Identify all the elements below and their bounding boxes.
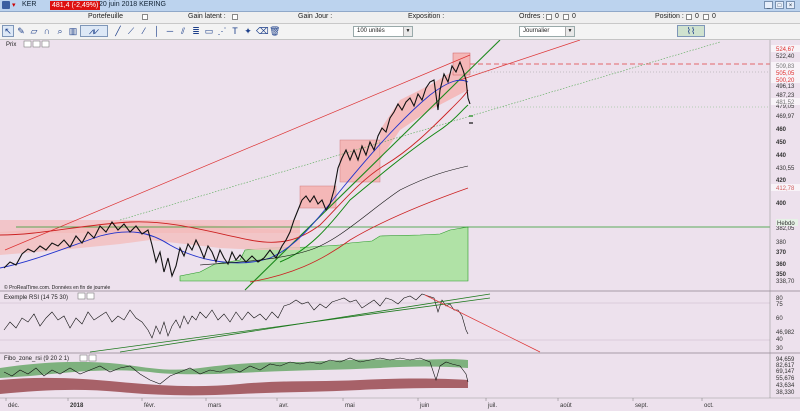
x-axis-label: oct. bbox=[704, 403, 714, 409]
panel-maximize-icon[interactable] bbox=[41, 40, 50, 48]
x-axis-label: juin bbox=[419, 403, 429, 409]
rectangle-icon[interactable]: ▭ bbox=[203, 25, 215, 37]
chart-style-icon[interactable]: ⩘⩗ bbox=[80, 25, 108, 37]
position-count-b: 0 bbox=[712, 13, 716, 20]
portfolio-info-bar: Portefeuille Gain latent : Gain Jour : E… bbox=[0, 12, 800, 24]
box-pink-3 bbox=[339, 139, 381, 183]
position-count-a: 0 bbox=[695, 13, 699, 20]
gain-latent-checkbox[interactable] bbox=[232, 14, 238, 20]
rsi-settings-icon[interactable] bbox=[77, 292, 86, 300]
x-axis-label: mai bbox=[345, 403, 355, 409]
eraser-icon[interactable]: ▱ bbox=[28, 25, 40, 37]
ordres-checkbox-2[interactable] bbox=[563, 14, 569, 20]
x-axis: déc. 2018 févr. mars avr. mai juin juil. août sep… bbox=[5, 398, 714, 409]
price-panel: Prix © ProRealTime.com. Données en fin d… bbox=[0, 40, 770, 291]
x-axis-label: juil. bbox=[487, 403, 497, 409]
quantity-select[interactable]: 100 unités ▼ bbox=[353, 26, 413, 37]
data-credit: © ProRealTime.com. Données en fin de jou… bbox=[4, 284, 111, 291]
channel-icon[interactable]: ⫽ bbox=[177, 25, 189, 37]
rsi-panel-title: Exemple RSI (14 75 30) bbox=[4, 295, 68, 301]
trendline-icon[interactable]: ╱ bbox=[112, 25, 124, 37]
zoom-icon[interactable]: ⌕ bbox=[54, 25, 66, 37]
panel-settings-icon[interactable] bbox=[23, 40, 32, 48]
trash-icon[interactable]: 🗑 bbox=[268, 25, 280, 37]
x-axis-label: févr. bbox=[144, 403, 156, 409]
x-axis-label: mars bbox=[208, 403, 221, 409]
fan-icon[interactable]: ⋰ bbox=[216, 25, 228, 37]
rsi-panel-bg bbox=[0, 292, 770, 352]
alert-icon[interactable]: ✦ bbox=[242, 25, 254, 37]
symbol-name: KER bbox=[22, 1, 37, 8]
x-axis-label: avr. bbox=[279, 403, 289, 409]
vertical-line-icon[interactable]: │ bbox=[151, 25, 163, 37]
portefeuille-checkbox[interactable] bbox=[142, 14, 148, 20]
x-axis-label: sept. bbox=[635, 403, 648, 409]
price-panel-title: Prix bbox=[6, 42, 16, 48]
title-bar: ▾ KER 481,4 (-2,49%) 20 juin 2018 KERING… bbox=[0, 0, 800, 12]
period-value: Journalier bbox=[523, 28, 550, 34]
rsi-panel: Exemple RSI (14 75 30) bbox=[0, 292, 770, 353]
x-axis-label: 2018 bbox=[70, 403, 84, 409]
x-axis-label: août bbox=[560, 403, 572, 409]
minimize-button[interactable]: _ bbox=[764, 1, 773, 9]
position-checkbox-2[interactable] bbox=[703, 14, 709, 20]
close-button[interactable]: × bbox=[786, 1, 795, 9]
ordres-label: Ordres : bbox=[519, 13, 545, 20]
price-change-badge: 481,4 (-2,49%) bbox=[50, 1, 101, 10]
segment-icon[interactable]: ⁄ bbox=[138, 25, 150, 37]
chart-title: 20 juin 2018 KERING bbox=[99, 1, 166, 8]
rsi-maximize-icon[interactable] bbox=[86, 292, 95, 300]
position-label: Position : bbox=[655, 13, 684, 20]
exposition-label: Exposition : bbox=[408, 13, 445, 20]
fibo-panel-title: Fibo_zone_rsi (9 20 2 1) bbox=[4, 356, 69, 362]
drawing-toolbar: ↖ ✎ ▱ ∩ ⌕ ▥ ⩘⩗ ╱ ⟋ ⁄ │ ─ ⫽ ≣ ▭ ⋰ T ✦ ⌫ 🗑… bbox=[0, 24, 800, 40]
chart-canvas: Prix © ProRealTime.com. Données en fin d… bbox=[0, 40, 800, 409]
ordres-count-a: 0 bbox=[555, 13, 559, 20]
portefeuille-label[interactable]: Portefeuille bbox=[88, 13, 123, 20]
period-select[interactable]: Journalier ▼ bbox=[519, 26, 575, 37]
chart-type-icon[interactable]: ▥ bbox=[67, 25, 79, 37]
pointer-icon[interactable]: ↖ bbox=[2, 25, 14, 37]
maximize-button[interactable]: □ bbox=[775, 1, 784, 9]
quantity-value: 100 unités bbox=[357, 28, 385, 34]
ordres-checkbox[interactable] bbox=[546, 14, 552, 20]
position-checkbox[interactable] bbox=[686, 14, 692, 20]
text-icon[interactable]: T bbox=[229, 25, 241, 37]
dropdown-arrow-icon[interactable]: ▾ bbox=[12, 1, 16, 9]
fibo-maximize-icon[interactable] bbox=[88, 354, 97, 362]
fibonacci-icon[interactable]: ≣ bbox=[190, 25, 202, 37]
x-axis-label: déc. bbox=[8, 403, 20, 409]
clear-icon[interactable]: ⌫ bbox=[255, 25, 269, 37]
chart-thumbnail-icon[interactable]: ⌇⌇ bbox=[677, 25, 705, 37]
pencil-icon[interactable]: ✎ bbox=[15, 25, 27, 37]
ray-icon[interactable]: ⟋ bbox=[125, 25, 137, 37]
hebdo-label: Hebdo bbox=[777, 221, 795, 227]
horizontal-line-icon[interactable]: ─ bbox=[164, 25, 176, 37]
magnet-icon[interactable]: ∩ bbox=[41, 25, 53, 37]
panel-add-indicator-icon[interactable] bbox=[32, 40, 41, 48]
chevron-down-icon: ▼ bbox=[565, 27, 574, 36]
app-menu-icon[interactable] bbox=[2, 1, 10, 9]
gain-latent-label: Gain latent : bbox=[188, 13, 226, 20]
fibo-settings-icon[interactable] bbox=[79, 354, 88, 362]
chevron-down-icon: ▼ bbox=[403, 27, 412, 36]
fibo-panel: Fibo_zone_rsi (9 20 2 1) bbox=[0, 354, 770, 398]
gain-jour-label: Gain Jour : bbox=[298, 13, 333, 20]
ordres-count-b: 0 bbox=[572, 13, 576, 20]
